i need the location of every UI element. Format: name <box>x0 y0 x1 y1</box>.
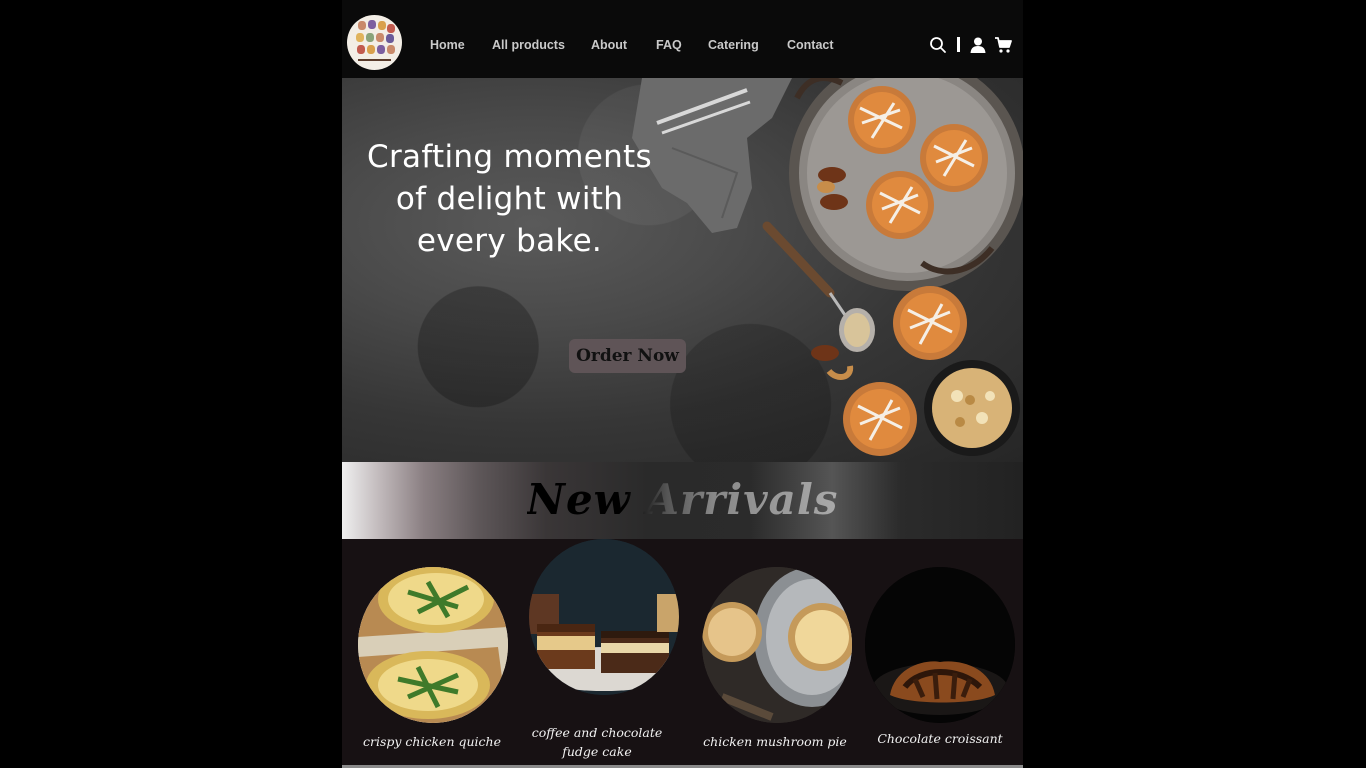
new-arrivals-title: New Arrivals <box>342 470 1023 530</box>
new-arrivals-title-text: New Arrivals <box>526 475 839 524</box>
logo-dot <box>378 21 386 30</box>
logo-dot <box>357 45 365 54</box>
nav-divider <box>957 37 960 52</box>
bakery-site: Home All products About FAQ Catering Con… <box>342 0 1023 768</box>
user-icon[interactable] <box>969 36 989 54</box>
logo-dot <box>376 33 384 42</box>
logo-dot <box>386 34 394 43</box>
logo-dot <box>367 45 375 54</box>
logo-tagline-bar <box>358 59 391 61</box>
nav-catering[interactable]: Catering <box>708 38 759 52</box>
logo-dot <box>377 45 385 54</box>
product-name-fudge-cake[interactable]: coffee and chocolate fudge cake <box>512 723 682 761</box>
nav-all-products[interactable]: All products <box>492 38 565 52</box>
logo-dot <box>366 33 374 42</box>
bakery-logo[interactable] <box>347 15 402 70</box>
logo-dot <box>387 45 395 54</box>
hero-heading: Crafting moments of delight with every b… <box>367 139 652 259</box>
product-image-fudge-cake[interactable] <box>529 539 679 695</box>
product-name-croissant[interactable]: Chocolate croissant <box>855 729 1023 748</box>
product-image-mushroom-pie[interactable] <box>702 567 852 723</box>
nav-home[interactable]: Home <box>430 38 465 52</box>
hero-banner: Crafting moments of delight with every b… <box>342 78 1023 462</box>
navbar: Home All products About FAQ Catering Con… <box>342 0 1023 78</box>
product-name-mushroom-pie[interactable]: chicken mushroom pie <box>690 732 860 751</box>
product-image-croissant[interactable] <box>865 567 1015 723</box>
logo-dot <box>368 20 376 29</box>
logo-dot <box>356 33 364 42</box>
search-icon[interactable] <box>929 36 949 54</box>
cart-icon[interactable] <box>994 36 1014 54</box>
logo-dot <box>358 21 366 30</box>
nav-faq[interactable]: FAQ <box>656 38 682 52</box>
nav-contact[interactable]: Contact <box>787 38 834 52</box>
products-row: crispy chicken quiche coffee and chocola… <box>342 539 1023 768</box>
new-arrivals-banner: New Arrivals <box>342 462 1023 539</box>
product-name-quiche[interactable]: crispy chicken quiche <box>347 732 517 751</box>
logo-dot <box>387 24 395 33</box>
nav-about[interactable]: About <box>591 38 627 52</box>
order-now-button[interactable]: Order Now <box>569 339 686 373</box>
product-image-quiche[interactable] <box>358 567 508 723</box>
